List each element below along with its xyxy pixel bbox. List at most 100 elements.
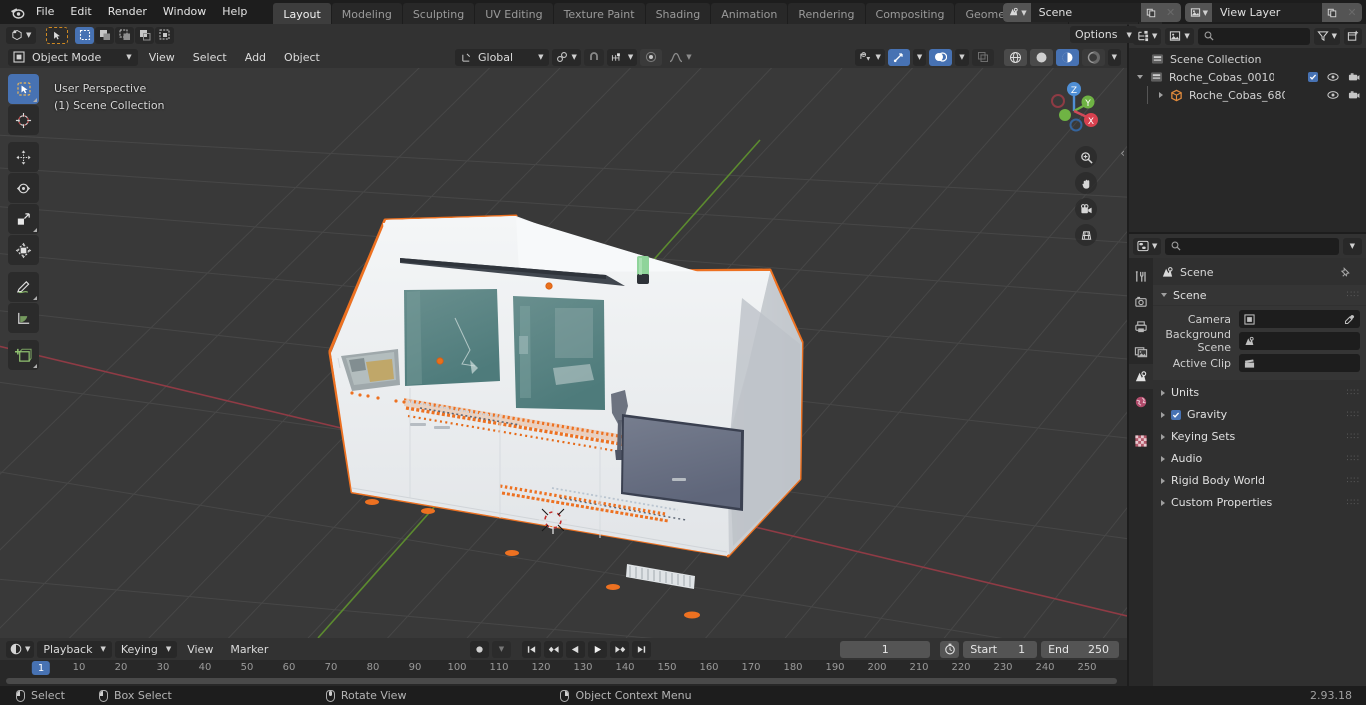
tab-compositing[interactable]: Compositing <box>865 3 955 25</box>
unlink-x-icon[interactable]: ✕ <box>1342 3 1362 22</box>
tweak-tool-button[interactable] <box>8 74 39 104</box>
chevron-right-icon[interactable] <box>1161 499 1165 506</box>
move-tool-button[interactable] <box>8 142 39 172</box>
properties-editor[interactable]: ▼ ▼ Scene Scene ∷∷ Camera Background Sce… <box>1129 234 1366 686</box>
tab-rendering[interactable]: Rendering <box>788 3 865 25</box>
tab-scene[interactable] <box>1129 364 1153 389</box>
timeline-menu-marker[interactable]: Marker <box>223 641 275 658</box>
sidebar-toggle-arrow[interactable]: ‹ <box>1120 146 1125 160</box>
current-frame-field[interactable]: 1 <box>840 640 931 658</box>
xray-toggle-icon[interactable] <box>971 48 994 66</box>
transform-orientation-dropdown[interactable]: Global ▼ <box>455 48 550 66</box>
visibility-selectability-dropdown[interactable]: ▼ <box>855 48 885 66</box>
timeline-ruler[interactable]: 10 20 30 40 50 60 70 80 90 100 110 120 1… <box>0 660 1127 678</box>
play-reverse-icon[interactable] <box>566 640 585 658</box>
object-mode-dropdown[interactable]: Object Mode ▼ <box>8 48 138 66</box>
cursor-tool-button[interactable] <box>8 105 39 135</box>
material-preview-shading-icon[interactable] <box>1055 48 1079 66</box>
outliner-editor[interactable]: ▼ ▼ ▼ Scene Collection Roche_Cobas_0010 … <box>1129 24 1366 232</box>
next-keyframe-icon[interactable] <box>610 640 629 658</box>
keying-dropdown[interactable]: Keying ▼ <box>114 640 178 658</box>
chevron-right-icon[interactable] <box>1161 411 1165 418</box>
menu-edit[interactable]: Edit <box>62 2 99 22</box>
magnet-icon[interactable] <box>583 48 604 66</box>
stopwatch-icon[interactable] <box>940 640 960 658</box>
rendered-shading-icon[interactable] <box>1081 48 1105 66</box>
overlays-icon[interactable] <box>929 48 953 66</box>
viewlayer-selector[interactable]: ▼ View Layer ✕ <box>1184 3 1362 22</box>
eye-icon[interactable] <box>1327 90 1339 100</box>
zoom-icon[interactable] <box>1075 146 1097 168</box>
transform-tool-button[interactable] <box>8 235 39 265</box>
viewport-menu-view[interactable]: View <box>142 49 182 66</box>
outliner-search-input[interactable] <box>1197 27 1310 45</box>
menu-help[interactable]: Help <box>214 2 255 22</box>
viewport-menu-select[interactable]: Select <box>186 49 234 66</box>
camera-view-icon[interactable] <box>1075 198 1097 220</box>
panel-header-rigid-body-world[interactable]: Rigid Body World ∷∷ <box>1153 470 1366 491</box>
properties-editor-icon[interactable]: ▼ <box>1133 237 1162 255</box>
chevron-down-icon[interactable] <box>1137 75 1143 79</box>
record-keyframe-icon[interactable] <box>470 640 489 658</box>
pin-icon[interactable] <box>1340 266 1352 279</box>
tab-modeling[interactable]: Modeling <box>331 3 402 25</box>
tab-sculpting[interactable]: Sculpting <box>402 3 475 25</box>
timeline-editor-icon[interactable]: ▼ <box>6 640 35 658</box>
select-box-icon[interactable] <box>75 26 95 44</box>
select-extend-icon[interactable] <box>95 26 115 44</box>
select-intersect-icon[interactable] <box>155 26 175 44</box>
eyedropper-icon[interactable] <box>1344 314 1355 325</box>
duplicate-icon[interactable] <box>1322 3 1342 22</box>
id-type-filter-icon[interactable]: ▼ <box>1165 27 1194 45</box>
gizmo-icon[interactable] <box>887 48 910 66</box>
blender-logo-icon[interactable] <box>6 3 28 21</box>
chevron-right-icon[interactable] <box>1161 477 1165 484</box>
viewport-menu-object[interactable]: Object <box>277 49 327 66</box>
unlink-x-icon[interactable]: ✕ <box>1160 3 1181 22</box>
annotate-tool-button[interactable] <box>8 272 39 302</box>
rotate-tool-button[interactable] <box>8 173 39 203</box>
tab-shading[interactable]: Shading <box>645 3 711 25</box>
scene-name[interactable]: Scene <box>1030 3 1141 22</box>
duplicate-icon[interactable] <box>1140 3 1161 22</box>
playback-dropdown[interactable]: Playback ▼ <box>37 640 112 658</box>
jump-start-icon[interactable] <box>522 640 541 658</box>
panel-header-scene[interactable]: Scene ∷∷ <box>1153 285 1366 305</box>
snap-increment-dropdown[interactable]: ▼ <box>606 48 638 66</box>
new-collection-icon[interactable] <box>1344 27 1362 45</box>
tab-uv-editing[interactable]: UV Editing <box>475 3 553 25</box>
proportional-edit-icon[interactable] <box>640 48 663 66</box>
outliner-display-mode-icon[interactable]: ▼ <box>1133 27 1162 45</box>
timeline-editor[interactable]: ▼ Playback ▼ Keying ▼ View Marker ▼ 1 St… <box>0 638 1127 686</box>
solid-shading-icon[interactable] <box>1029 48 1053 66</box>
chevron-right-icon[interactable] <box>1159 92 1163 98</box>
overlays-dropdown-arrow[interactable]: ▼ <box>955 48 969 66</box>
shading-dropdown-arrow[interactable]: ▼ <box>1107 48 1121 66</box>
panel-header-units[interactable]: Units ∷∷ <box>1153 382 1366 403</box>
menu-window[interactable]: Window <box>155 2 214 22</box>
gizmo-dropdown-arrow[interactable]: ▼ <box>912 48 927 66</box>
chevron-right-icon[interactable] <box>1161 389 1165 396</box>
prev-keyframe-icon[interactable] <box>544 640 563 658</box>
falloff-smooth-dropdown[interactable]: ▼ <box>665 49 695 66</box>
panel-header-custom-properties[interactable]: Custom Properties ∷∷ <box>1153 492 1366 513</box>
tab-world[interactable] <box>1129 389 1153 414</box>
gravity-checkbox[interactable] <box>1171 409 1181 420</box>
play-icon[interactable] <box>588 640 607 658</box>
outliner-row-object-roche-6800[interactable]: Roche_Cobas_6800_Mole <box>1129 86 1366 104</box>
navigation-gizmo[interactable]: Z Y X <box>1039 74 1109 144</box>
camera-icon[interactable] <box>1348 72 1360 82</box>
tab-layout[interactable]: Layout <box>273 3 331 25</box>
select-subtract-icon[interactable] <box>115 26 135 44</box>
active-clip-field[interactable] <box>1239 354 1360 372</box>
scale-tool-button[interactable] <box>8 204 39 234</box>
tab-texture-paint[interactable]: Texture Paint <box>553 3 645 25</box>
menu-render[interactable]: Render <box>100 2 155 22</box>
timeline-horizontal-scrollbar[interactable] <box>6 678 1117 684</box>
view-layer-icon[interactable]: ▼ <box>1184 3 1212 22</box>
tab-render[interactable] <box>1129 289 1153 314</box>
properties-search-input[interactable] <box>1165 237 1339 255</box>
viewport-menu-add[interactable]: Add <box>238 49 273 66</box>
measure-tool-button[interactable] <box>8 303 39 333</box>
tab-output[interactable] <box>1129 314 1153 339</box>
